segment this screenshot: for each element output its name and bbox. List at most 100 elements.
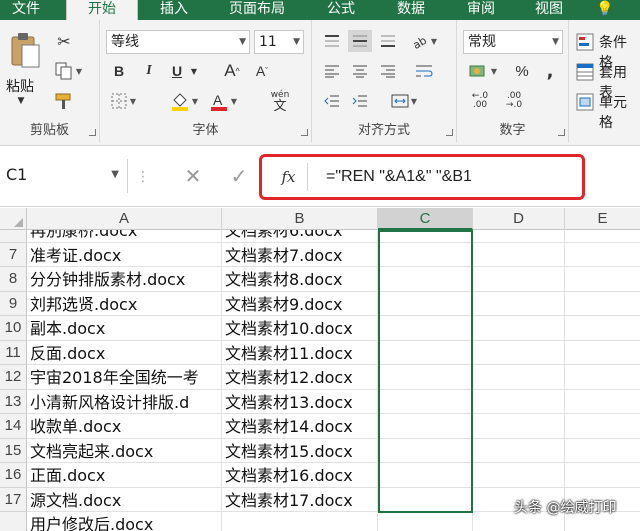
percent-style-button[interactable]: % xyxy=(511,60,533,82)
paste-dropdown-icon[interactable]: ▼ xyxy=(6,94,36,108)
number-format-combo[interactable]: 常规 ▼ xyxy=(463,30,563,54)
cell-e[interactable] xyxy=(565,243,640,267)
cell-d[interactable] xyxy=(473,414,565,439)
cell-b[interactable]: 文档素材10.docx xyxy=(222,316,378,341)
cell-d[interactable] xyxy=(473,291,565,316)
copy-icon[interactable]: ▼ xyxy=(52,60,84,82)
cell-a[interactable]: 准考证.docx xyxy=(27,242,222,267)
cell-e[interactable] xyxy=(565,316,640,341)
row-header[interactable]: 17 xyxy=(0,487,27,512)
cell-c[interactable] xyxy=(378,267,473,292)
cell-b[interactable]: 文档素材14.docx xyxy=(222,414,378,439)
align-left-icon[interactable] xyxy=(320,60,344,82)
row-header[interactable] xyxy=(0,230,27,243)
tab-view[interactable]: 视图 xyxy=(523,0,575,20)
lightbulb-icon[interactable]: 💡 xyxy=(590,0,620,20)
underline-dropdown-icon[interactable]: ▼ xyxy=(188,62,200,80)
row-header[interactable]: 9 xyxy=(0,291,27,316)
cell-b[interactable]: 文档素材11.docx xyxy=(222,340,378,365)
cell-a[interactable]: 分分钟排版素材.docx xyxy=(27,267,222,292)
cell-e[interactable] xyxy=(565,292,640,316)
row-header[interactable]: 15 xyxy=(0,438,27,463)
row-header[interactable] xyxy=(0,512,27,531)
cell-c[interactable] xyxy=(378,487,473,512)
cell-b[interactable]: 文档素材7.docx xyxy=(222,242,378,267)
row-header[interactable]: 14 xyxy=(0,414,27,439)
column-header-c[interactable]: C xyxy=(378,208,473,230)
font-size-combo[interactable]: 11 ▼ xyxy=(254,30,304,54)
cell-a[interactable]: 副本.docx xyxy=(27,316,222,341)
cell-e[interactable] xyxy=(565,463,640,488)
cell-a[interactable]: 再別康桥.docx xyxy=(27,230,222,243)
cell-e[interactable] xyxy=(565,341,640,365)
cell-e[interactable] xyxy=(565,414,640,439)
cell-d[interactable] xyxy=(473,242,565,267)
font-color-icon[interactable]: A ▼ xyxy=(206,90,240,112)
align-center-icon[interactable] xyxy=(348,60,372,82)
align-top-icon[interactable] xyxy=(320,30,344,52)
cell-a[interactable]: 宇宙2018年全国统一考 xyxy=(27,365,222,390)
cell-c[interactable] xyxy=(378,242,473,267)
paste-button-label[interactable]: 粘贴 xyxy=(6,76,34,96)
tab-page-layout[interactable]: 页面布局 xyxy=(215,0,299,20)
cell-d[interactable] xyxy=(473,316,565,341)
cell-c[interactable] xyxy=(378,389,473,414)
comma-style-button[interactable]: , xyxy=(539,60,561,82)
font-launcher-icon[interactable] xyxy=(301,129,308,136)
row-header[interactable]: 10 xyxy=(0,316,27,341)
cell-d[interactable] xyxy=(473,230,565,243)
shrink-font-button[interactable]: Aˇ xyxy=(250,60,274,82)
cell-a[interactable]: 源文档.docx xyxy=(27,487,222,512)
column-header-a[interactable]: A xyxy=(27,208,222,230)
accounting-format-icon[interactable]: ▼ xyxy=(465,60,501,82)
cell-c[interactable] xyxy=(378,414,473,439)
cell-d[interactable] xyxy=(473,438,565,463)
wrap-text-icon[interactable] xyxy=(410,60,438,82)
cell-c[interactable] xyxy=(378,365,473,390)
row-header[interactable]: 13 xyxy=(0,389,27,414)
cell-d[interactable] xyxy=(473,389,565,414)
row-header[interactable]: 8 xyxy=(0,267,27,292)
row-header[interactable]: 11 xyxy=(0,340,27,365)
cell-c[interactable] xyxy=(378,340,473,365)
cell-e[interactable] xyxy=(565,267,640,292)
cancel-button[interactable]: ✕ xyxy=(176,161,210,191)
row-header[interactable]: 7 xyxy=(0,242,27,267)
name-box[interactable]: C1 ▼ xyxy=(0,159,128,193)
cell-b[interactable] xyxy=(222,512,378,531)
cell-b[interactable]: 文档素材8.docx xyxy=(222,267,378,292)
cell-b[interactable]: 文档素材6.docx xyxy=(222,230,378,243)
orientation-icon[interactable]: ab ▼ xyxy=(406,30,442,52)
tab-home[interactable]: 开始 xyxy=(66,0,138,20)
column-header-d[interactable]: D xyxy=(473,208,565,230)
align-right-icon[interactable] xyxy=(376,60,400,82)
cell-e[interactable] xyxy=(565,390,640,414)
format-as-table-icon[interactable] xyxy=(575,62,595,82)
cell-a[interactable]: 刘邦选贤.docx xyxy=(27,291,222,316)
align-bottom-icon[interactable] xyxy=(376,30,400,52)
cell-b[interactable]: 文档素材17.docx xyxy=(222,487,378,512)
cell-a[interactable]: 文档亮起来.docx xyxy=(27,438,222,463)
drag-handle-icon[interactable]: ⋮ xyxy=(136,167,150,187)
cell-b[interactable]: 文档素材15.docx xyxy=(222,438,378,463)
cell-b[interactable]: 文档素材13.docx xyxy=(222,389,378,414)
clipboard-launcher-icon[interactable] xyxy=(89,129,96,136)
decrease-indent-icon[interactable] xyxy=(320,90,344,112)
cell-c[interactable] xyxy=(378,438,473,463)
align-middle-icon[interactable] xyxy=(348,30,372,52)
cell-b[interactable]: 文档素材16.docx xyxy=(222,463,378,488)
bold-button[interactable]: B xyxy=(108,60,130,82)
cell-c[interactable] xyxy=(378,512,473,531)
tab-data[interactable]: 数据 xyxy=(385,0,437,20)
cell-e[interactable] xyxy=(565,365,640,390)
format-painter-icon[interactable] xyxy=(52,90,76,112)
cell-a[interactable]: 正面.docx xyxy=(27,463,222,488)
row-header[interactable]: 16 xyxy=(0,463,27,488)
cell-e[interactable] xyxy=(565,439,640,463)
merge-center-icon[interactable]: ▼ xyxy=(386,90,422,112)
column-header-e[interactable]: E xyxy=(565,208,640,230)
cell-d[interactable] xyxy=(473,340,565,365)
conditional-format-icon[interactable] xyxy=(575,32,595,52)
paste-icon[interactable] xyxy=(6,30,44,70)
enter-button[interactable]: ✓ xyxy=(222,161,256,191)
